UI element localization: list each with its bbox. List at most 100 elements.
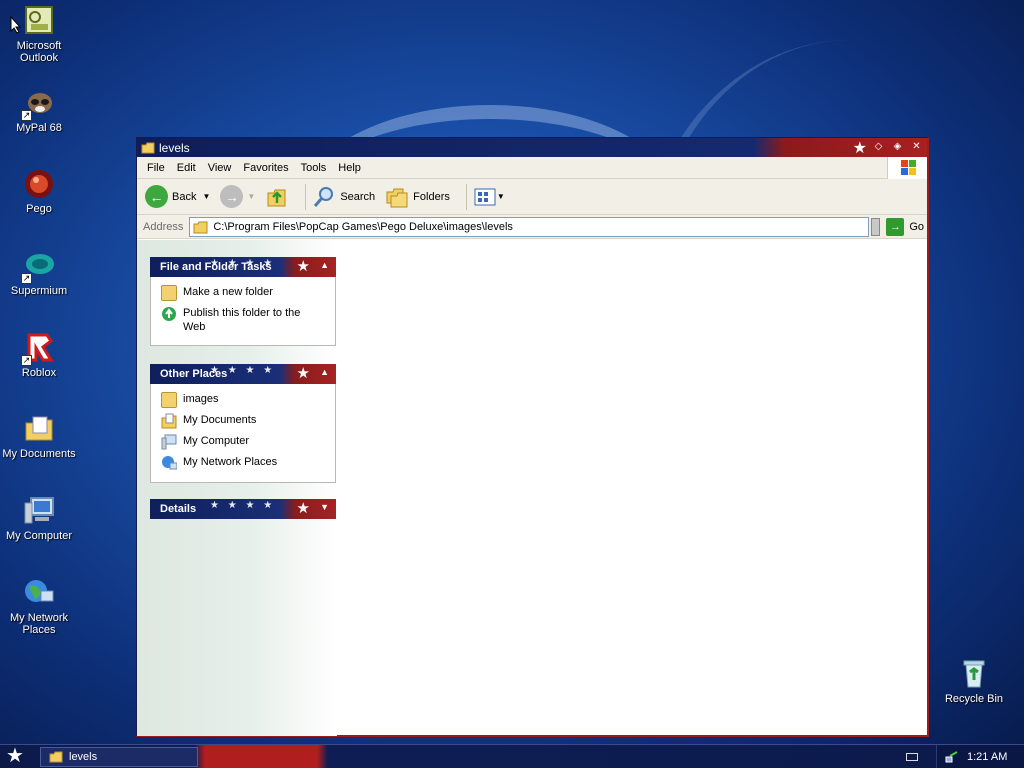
my-computer-icon bbox=[23, 495, 55, 527]
place-images[interactable]: images bbox=[161, 392, 325, 408]
panel-body: images My Documents My Computer My Netwo… bbox=[150, 384, 336, 483]
desktop-icon-mypal[interactable]: ↗ MyPal 68 bbox=[0, 87, 79, 134]
star-icon: ★ bbox=[296, 258, 310, 275]
start-button[interactable]: ★ bbox=[6, 745, 24, 767]
search-icon bbox=[314, 186, 334, 207]
views-icon bbox=[474, 188, 496, 205]
pego-icon bbox=[23, 168, 55, 200]
desktop-icon-label: MyPal 68 bbox=[16, 122, 62, 134]
address-dropdown[interactable] bbox=[871, 217, 881, 236]
collapse-icon[interactable]: ▲ bbox=[320, 367, 329, 377]
chevron-down-icon[interactable]: ▼ bbox=[202, 192, 210, 201]
taskbar-item-label: levels bbox=[69, 751, 98, 763]
taskbar-item-levels[interactable]: levels bbox=[40, 747, 198, 767]
up-button[interactable] bbox=[265, 185, 289, 209]
folder-icon bbox=[161, 392, 177, 408]
place-my-documents[interactable]: My Documents bbox=[161, 413, 325, 429]
folder-content[interactable]: ★ ★ ★ ★ File and Folder Tasks ★ ▲ Make a… bbox=[137, 240, 927, 736]
panel-other-places: ★ ★ ★ ★ Other Places ★ ▲ images My Docum… bbox=[150, 364, 336, 483]
panel-header[interactable]: ★ ★ ★ ★ Details ★ ▼ bbox=[150, 499, 336, 519]
folder-up-icon bbox=[267, 189, 286, 206]
minimize-icon[interactable]: ◇ bbox=[872, 140, 885, 153]
shortcut-arrow-icon: ↗ bbox=[21, 355, 32, 366]
go-button[interactable]: → Go bbox=[886, 217, 924, 236]
supermium-icon: ↗ bbox=[21, 250, 55, 284]
desktop-icon-my-network-places[interactable]: My Network Places bbox=[0, 577, 79, 636]
menu-file[interactable]: File bbox=[141, 162, 171, 174]
forward-button[interactable]: → ▼ bbox=[220, 185, 255, 208]
mypal-icon: ↗ bbox=[21, 87, 55, 121]
address-value: C:\Program Files\PopCap Games\Pego Delux… bbox=[213, 220, 513, 233]
folder-icon bbox=[141, 142, 155, 153]
back-button[interactable]: ← Back ▼ bbox=[145, 185, 210, 208]
menu-favorites[interactable]: Favorites bbox=[237, 162, 294, 174]
panel-header[interactable]: ★ ★ ★ ★ File and Folder Tasks ★ ▲ bbox=[150, 257, 336, 277]
chevron-down-icon: ▼ bbox=[247, 192, 256, 201]
expand-icon[interactable]: ▼ bbox=[320, 502, 329, 512]
forward-arrow-icon: → bbox=[220, 185, 244, 208]
desktop-icon-my-documents[interactable]: My Documents bbox=[0, 413, 79, 460]
desktop-icon-label: My Documents bbox=[2, 448, 76, 460]
desktop-icon-label: Microsoft Outlook bbox=[16, 40, 62, 64]
keyboard-tray-icon[interactable] bbox=[906, 753, 918, 761]
close-icon[interactable]: ✕ bbox=[910, 140, 923, 153]
taskbar: ★ levels 1:21 AM bbox=[0, 744, 1024, 768]
task-pane: ★ ★ ★ ★ File and Folder Tasks ★ ▲ Make a… bbox=[137, 240, 337, 736]
clock[interactable]: 1:21 AM bbox=[967, 751, 1007, 763]
shortcut-arrow-icon: ↗ bbox=[21, 273, 32, 284]
windows-logo-icon bbox=[887, 157, 927, 179]
desktop-icon-label: Roblox bbox=[21, 367, 57, 379]
address-input[interactable]: C:\Program Files\PopCap Games\Pego Delux… bbox=[189, 216, 870, 237]
go-arrow-icon: → bbox=[886, 217, 905, 236]
desktop-icon-label: My Computer bbox=[5, 530, 73, 542]
window-titlebar[interactable]: levels ★ ◇ ◈ ✕ bbox=[137, 138, 927, 157]
star-icon: ★ bbox=[296, 365, 310, 382]
folders-button[interactable]: Folders bbox=[385, 185, 450, 209]
views-button[interactable]: ▼ bbox=[473, 187, 505, 207]
folder-icon bbox=[193, 221, 208, 233]
desktop-icon-recycle-bin[interactable]: Recycle Bin bbox=[934, 658, 1014, 705]
maximize-icon[interactable]: ◈ bbox=[891, 140, 904, 153]
panel-title: File and Folder Tasks bbox=[160, 261, 272, 273]
recycle-bin-icon bbox=[958, 658, 990, 690]
place-my-network-places[interactable]: My Network Places bbox=[161, 455, 325, 471]
panel-body: Make a new folder Publish this folder to… bbox=[150, 277, 336, 346]
desktop-icon-microsoft-outlook[interactable]: Microsoft Outlook bbox=[0, 5, 79, 64]
network-tray-icon[interactable] bbox=[945, 750, 959, 764]
roblox-icon: ↗ bbox=[21, 332, 55, 366]
menu-help[interactable]: Help bbox=[332, 162, 367, 174]
task-publish-folder[interactable]: Publish this folder to the Web bbox=[161, 306, 325, 334]
toolbar-separator bbox=[465, 183, 467, 210]
desktop-icon-supermium[interactable]: ↗ Supermium bbox=[0, 250, 79, 297]
outlook-icon bbox=[23, 5, 55, 37]
collapse-icon[interactable]: ▲ bbox=[320, 260, 329, 270]
desktop-icon-my-computer[interactable]: My Computer bbox=[0, 495, 79, 542]
folder-icon bbox=[49, 751, 63, 763]
my-computer-icon bbox=[161, 434, 177, 450]
place-my-computer[interactable]: My Computer bbox=[161, 434, 325, 450]
search-button[interactable]: Search bbox=[312, 185, 375, 209]
search-label: Search bbox=[340, 190, 376, 203]
back-arrow-icon: ← bbox=[145, 185, 168, 208]
panel-title: Other Places bbox=[160, 368, 228, 380]
desktop-icon-label: Supermium bbox=[10, 285, 68, 297]
panel-header[interactable]: ★ ★ ★ ★ Other Places ★ ▲ bbox=[150, 364, 336, 384]
back-label: Back bbox=[172, 190, 197, 203]
my-documents-icon bbox=[23, 413, 55, 445]
stars-decoration-icon: ★ ★ ★ ★ bbox=[210, 500, 276, 511]
task-make-new-folder[interactable]: Make a new folder bbox=[161, 285, 325, 301]
desktop-icon-roblox[interactable]: ↗ Roblox bbox=[0, 332, 79, 379]
desktop-icon-label: Pego bbox=[26, 203, 52, 215]
folders-icon bbox=[386, 188, 408, 207]
toolbar-separator bbox=[305, 183, 307, 210]
explorer-window[interactable]: levels ★ ◇ ◈ ✕ File Edit View Favorites … bbox=[136, 137, 929, 737]
place-label: My Network Places bbox=[183, 456, 278, 468]
desktop-icon-pego[interactable]: Pego bbox=[0, 168, 79, 215]
star-icon: ★ bbox=[852, 140, 867, 157]
menu-tools[interactable]: Tools bbox=[295, 162, 333, 174]
task-label: Publish this folder to the Web bbox=[183, 307, 301, 333]
menu-view[interactable]: View bbox=[202, 162, 238, 174]
system-tray: 1:21 AM bbox=[936, 745, 1024, 768]
menu-edit[interactable]: Edit bbox=[171, 162, 202, 174]
panel-details: ★ ★ ★ ★ Details ★ ▼ bbox=[150, 499, 336, 519]
